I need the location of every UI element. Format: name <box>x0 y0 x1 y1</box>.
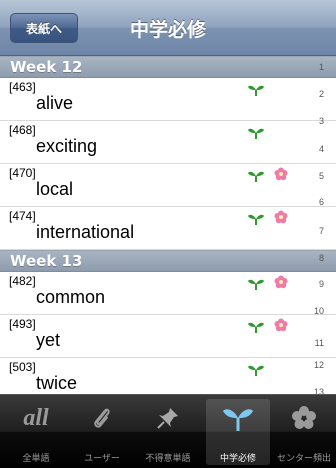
index-entry[interactable]: 4 <box>319 144 324 154</box>
index-entry[interactable]: 12 <box>314 360 324 370</box>
index-entry[interactable]: 10 <box>314 306 324 316</box>
word-number: [468] <box>9 123 36 137</box>
word-row[interactable]: [463] alive <box>0 78 336 121</box>
index-entry[interactable]: 6 <box>319 197 324 207</box>
tab-label: 中学必修 <box>219 454 256 464</box>
word-text: exciting <box>36 136 98 156</box>
flower-icon <box>274 209 288 224</box>
word-row[interactable]: [474] international <box>0 207 336 250</box>
flower-icon <box>274 166 288 181</box>
word-number: [503] <box>9 360 36 374</box>
tab-label: ユーザー <box>84 454 120 464</box>
tab-sprout[interactable]: 中学必修 <box>206 399 270 465</box>
index-entry[interactable]: 7 <box>319 226 324 236</box>
word-text: yet <box>36 330 61 350</box>
section-header: Week 13 <box>0 250 336 272</box>
tab-flower[interactable]: センター頻出 <box>272 399 336 465</box>
tab-all-text[interactable]: all 全単語 <box>4 399 68 465</box>
sprout-icon <box>248 275 264 290</box>
index-entry[interactable]: 5 <box>319 171 324 181</box>
index-entry[interactable]: 8 <box>319 253 324 263</box>
tab-pushpin[interactable]: 不得意単語 <box>136 399 200 465</box>
back-to-cover-button[interactable]: 表紙へ <box>10 13 78 43</box>
sprout-icon <box>248 318 264 333</box>
sprout-icon <box>248 167 264 182</box>
tab-paperclip[interactable]: ユーザー <box>70 399 134 465</box>
flower-icon <box>274 274 288 289</box>
tab-label: センター頻出 <box>276 454 331 464</box>
index-entry[interactable]: 1 <box>319 62 324 72</box>
paperclip-icon <box>87 403 117 433</box>
all-text-icon: all <box>23 405 49 431</box>
sprout-icon <box>248 210 264 225</box>
sprout-icon <box>248 81 264 96</box>
index-entry[interactable]: 3 <box>319 116 324 126</box>
tab-bar: all 全単語 ユーザー 不得意単語 中学必修 センター頻出 <box>0 394 336 468</box>
word-text: common <box>36 287 106 307</box>
word-row[interactable]: [482] common <box>0 272 336 315</box>
word-number: [493] <box>9 317 36 331</box>
word-row[interactable]: [493] yet <box>0 315 336 358</box>
index-entry[interactable]: 11 <box>315 338 324 348</box>
word-number: [474] <box>9 209 36 223</box>
tab-label: 不得意単語 <box>145 454 191 464</box>
index-entry[interactable]: 2 <box>319 89 324 99</box>
index-entry[interactable]: 9 <box>319 279 324 289</box>
tab-label: 全単語 <box>22 454 50 464</box>
word-text: local <box>36 179 74 199</box>
flower-icon <box>289 403 319 433</box>
section-index-bar[interactable]: 1 2 3 4 5 6 7 8 9 10 11 12 13 <box>302 56 336 397</box>
word-text: twice <box>36 373 78 393</box>
word-text: alive <box>36 93 74 113</box>
section-header: Week 12 <box>0 56 336 78</box>
word-number: [463] <box>9 80 36 94</box>
word-row[interactable]: [503] twice <box>0 358 336 394</box>
navigation-bar: 表紙へ 中学必修 <box>0 0 336 56</box>
word-row[interactable]: [468] exciting <box>0 121 336 164</box>
sprout-icon <box>223 403 253 433</box>
flower-icon <box>274 317 288 332</box>
word-row[interactable]: [470] local <box>0 164 336 207</box>
sprout-icon <box>248 361 264 376</box>
pushpin-icon <box>153 403 183 433</box>
word-number: [482] <box>9 274 36 288</box>
word-list[interactable]: Week 12 [463] alive [468] exciting [470] local… <box>0 56 336 394</box>
word-text: international <box>36 222 135 242</box>
sprout-icon <box>248 124 264 139</box>
word-number: [470] <box>9 166 36 180</box>
